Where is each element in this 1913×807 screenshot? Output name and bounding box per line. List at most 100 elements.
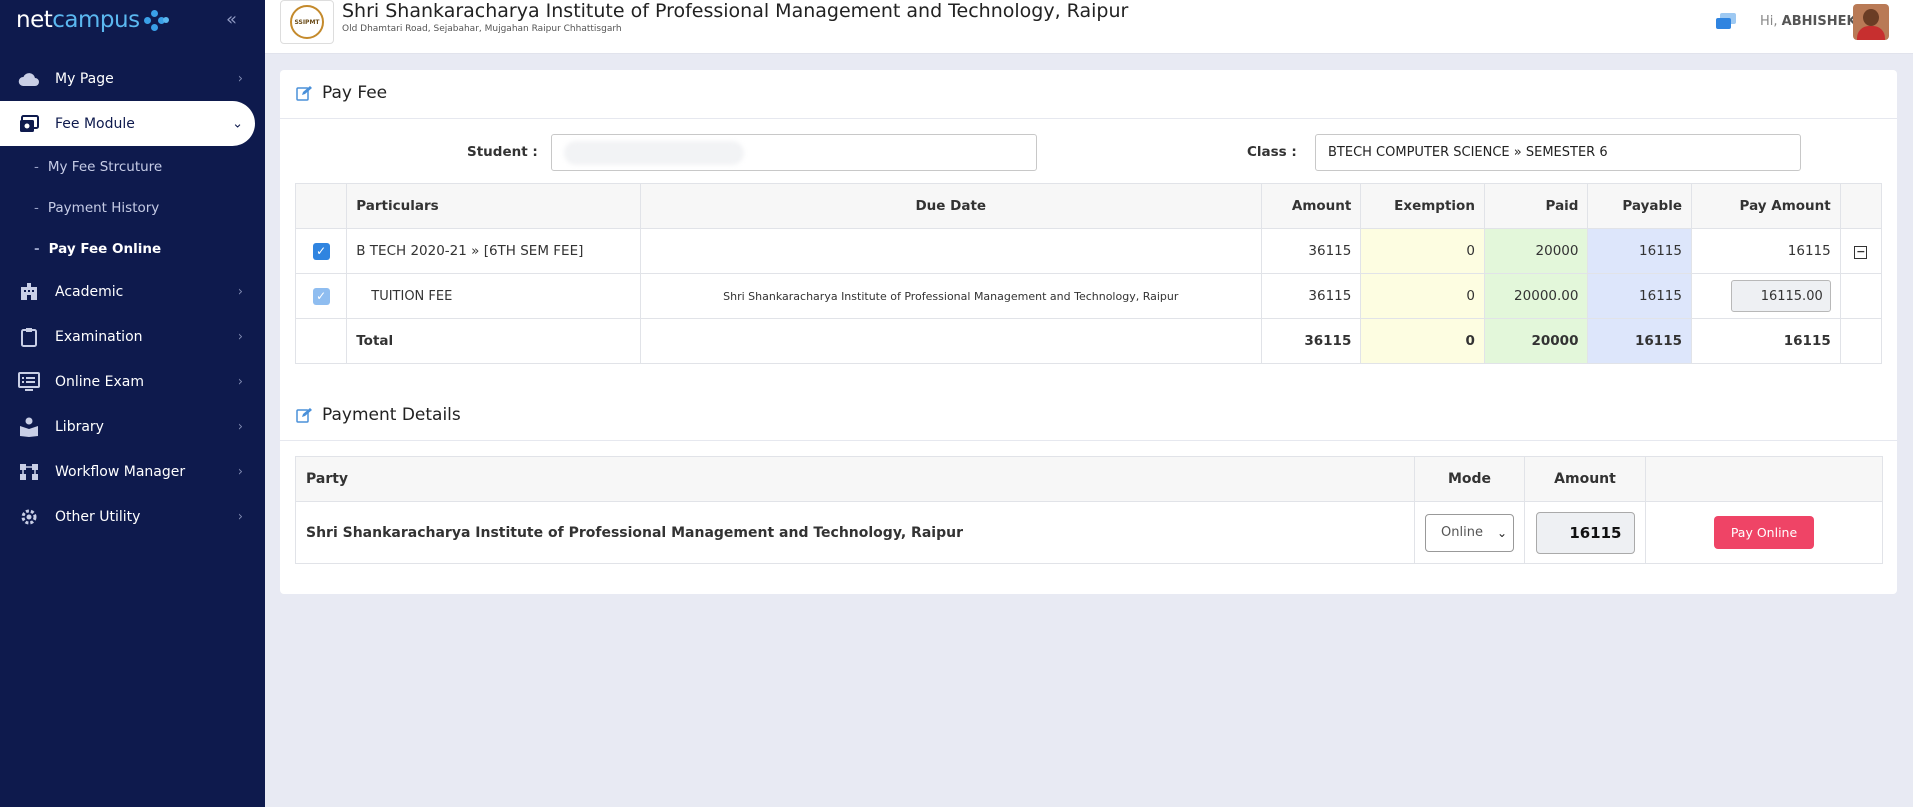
chevron-right-icon: › (237, 464, 243, 479)
edit-icon (296, 86, 312, 101)
payment-mode-select[interactable]: Online ⌄ (1425, 513, 1514, 552)
student-label: Student : (467, 144, 538, 160)
pay-fee-card: Pay Fee Student : Class : BTECH COMPUTER… (280, 70, 1897, 594)
clipboard-icon (18, 326, 40, 348)
sidebar-item-label: Library (55, 418, 104, 435)
col-exemption: Exemption (1360, 183, 1485, 229)
due-date-cell (639, 228, 1262, 274)
paid-cell: 20000.00 (1483, 273, 1589, 319)
amount-cell: 36115 (1260, 273, 1362, 319)
col-amount: Amount (1524, 456, 1646, 502)
pay-amount-cell: 16115 (1690, 228, 1841, 274)
sidebar-item-label: Workflow Manager (55, 463, 186, 480)
payment-amount-input[interactable]: 16115 (1535, 511, 1635, 554)
total-label: Total (346, 318, 641, 364)
particular-cell: B TECH 2020-21 » [6TH SEM FEE] (346, 228, 641, 274)
chevron-right-icon: › (237, 509, 243, 524)
submenu-label: Payment History (47, 199, 160, 216)
section-title: Pay Fee (322, 83, 388, 103)
party-cell: Shri Shankaracharya Institute of Profess… (295, 501, 1415, 564)
collapse-sidebar-icon[interactable]: « (226, 10, 244, 30)
money-icon (18, 113, 40, 135)
chat-icon[interactable] (1715, 12, 1737, 32)
total-pay-amount: 16115 (1690, 318, 1841, 364)
payment-table: Party Mode Amount Shri Shankaracharya In… (295, 456, 1883, 564)
gear-icon (18, 506, 40, 528)
col-party: Party (295, 456, 1415, 502)
sidebar-item-my-page[interactable]: My Page › (0, 56, 265, 101)
sidebar-item-label: Other Utility (55, 508, 141, 525)
exemption-cell: 0 (1360, 228, 1485, 274)
submenu-label: My Fee Strcuture (47, 158, 163, 175)
row-checkbox-disabled[interactable]: ✓ (312, 287, 330, 305)
chevron-right-icon: › (237, 374, 243, 389)
edit-icon (296, 408, 312, 423)
chevron-right-icon: › (237, 419, 243, 434)
paid-cell: 20000 (1483, 228, 1589, 274)
chevron-down-icon: ⌄ (1496, 525, 1507, 540)
avatar[interactable] (1853, 4, 1889, 40)
table-row: Shri Shankaracharya Institute of Profess… (295, 501, 1883, 564)
col-payable: Payable (1587, 183, 1692, 229)
logo-campus-text: campus (52, 7, 140, 33)
redacted-student-name (564, 140, 744, 165)
user-name: ABHISHEK (1781, 14, 1857, 29)
sidebar-item-examination[interactable]: Examination › (0, 314, 265, 359)
sidebar-item-label: Online Exam (55, 373, 144, 390)
user-greeting[interactable]: Hi, ABHISHEK (1760, 14, 1857, 29)
total-row: Total 36115 0 20000 16115 16115 (294, 318, 1883, 364)
sidebar-item-other-utility[interactable]: Other Utility › (0, 494, 265, 539)
submenu-pay-fee-online[interactable]: - Pay Fee Online (0, 228, 265, 269)
student-field[interactable] (551, 134, 1037, 171)
due-date-cell: Shri Shankaracharya Institute of Profess… (639, 273, 1262, 319)
institute-logo: SSIPMT (280, 0, 334, 44)
row-checkbox[interactable]: ✓ (312, 242, 330, 260)
institute-logo-ring: SSIPMT (290, 5, 324, 39)
sidebar-item-academic[interactable]: Academic › (0, 269, 265, 314)
institute-address: Old Dhamtari Road, Sejabahar, Mujgahan R… (342, 24, 622, 34)
sidebar-item-label: Examination (55, 328, 143, 345)
chevron-down-icon: ⌄ (232, 116, 243, 131)
col-pay-amount: Pay Amount (1690, 183, 1841, 229)
section-title: Payment Details (322, 405, 461, 425)
col-paid: Paid (1483, 183, 1589, 229)
sidebar-item-library[interactable]: Library › (0, 404, 265, 449)
chevron-right-icon: › (237, 284, 243, 299)
sidebar: net campus « My Page › Fee Module ⌄ - My F… (0, 0, 265, 807)
sidebar-item-label: My Page (55, 70, 114, 87)
fee-table-header-row: Particulars Due Date Amount Exemption Pa… (294, 183, 1883, 229)
monitor-icon (18, 371, 40, 393)
netcampus-logo[interactable]: net campus (16, 4, 170, 36)
payment-table-header: Party Mode Amount (295, 456, 1883, 502)
chevron-right-icon: › (237, 329, 243, 344)
payable-cell: 16115 (1587, 273, 1692, 319)
total-payable: 16115 (1587, 318, 1692, 364)
sidebar-item-online-exam[interactable]: Online Exam › (0, 359, 265, 404)
col-mode: Mode (1414, 456, 1525, 502)
building-icon (18, 281, 40, 303)
payable-cell: 16115 (1587, 228, 1692, 274)
workflow-icon (18, 461, 40, 483)
col-amount: Amount (1260, 183, 1362, 229)
table-row: ✓ TUITION FEE Shri Shankaracharya Instit… (294, 273, 1883, 319)
class-field[interactable]: BTECH COMPUTER SCIENCE » SEMESTER 6 (1315, 134, 1801, 171)
logo-net-text: net (16, 7, 53, 33)
particular-cell: TUITION FEE (346, 273, 641, 319)
submenu-payment-history[interactable]: - Payment History (0, 187, 265, 228)
book-reader-icon (18, 416, 40, 438)
chevron-right-icon: › (237, 71, 243, 86)
top-header: SSIPMT Shri Shankaracharya Institute of … (265, 0, 1913, 54)
exemption-cell: 0 (1360, 273, 1485, 319)
collapse-row-icon[interactable]: − (1854, 245, 1868, 259)
pay-online-button[interactable]: Pay Online (1714, 516, 1814, 549)
table-row: ✓ B TECH 2020-21 » [6TH SEM FEE] 36115 0… (294, 228, 1883, 274)
total-amount: 36115 (1260, 318, 1362, 364)
sidebar-item-fee-module[interactable]: Fee Module ⌄ (0, 101, 255, 146)
amount-cell: 36115 (1260, 228, 1362, 274)
submenu-label: Pay Fee Online (48, 240, 162, 257)
sidebar-item-workflow-manager[interactable]: Workflow Manager › (0, 449, 265, 494)
pay-fee-header: Pay Fee (296, 81, 387, 105)
submenu-my-fee-structure[interactable]: - My Fee Strcuture (0, 146, 265, 187)
pay-amount-input[interactable]: 16115.00 (1730, 280, 1831, 312)
institute-name: Shri Shankaracharya Institute of Profess… (342, 0, 1129, 22)
